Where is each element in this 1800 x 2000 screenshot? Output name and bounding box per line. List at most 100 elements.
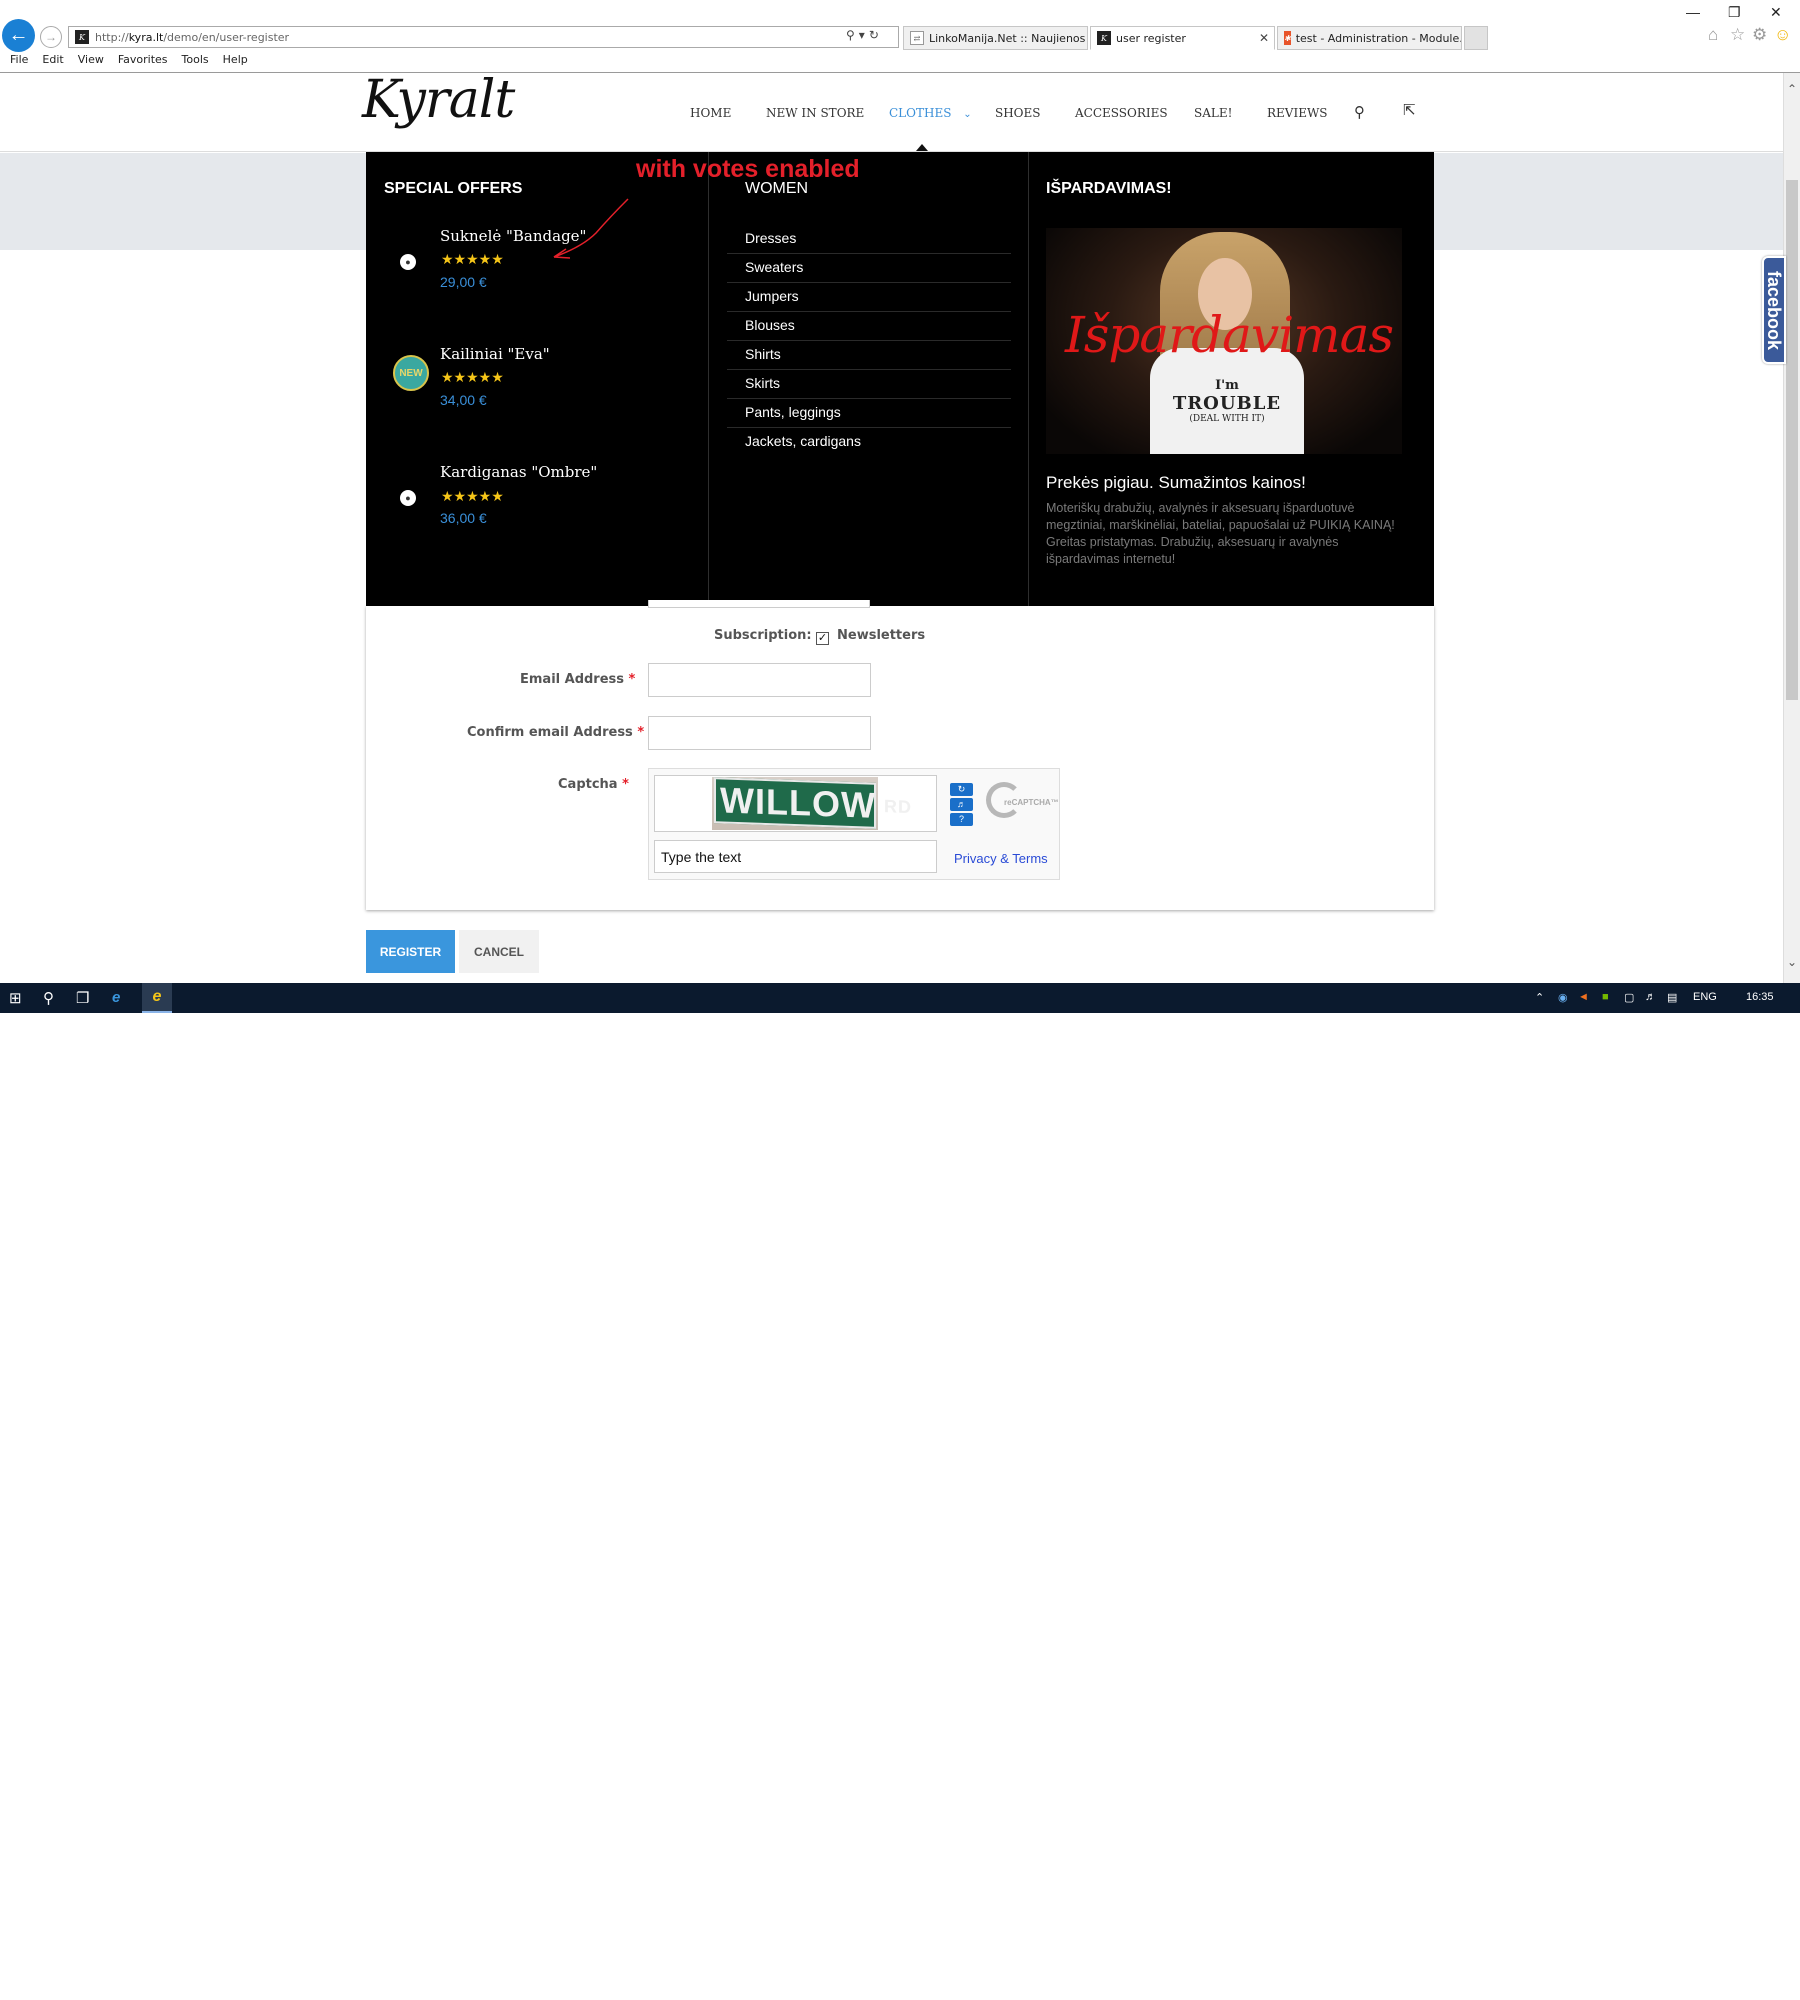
category-blouses[interactable]: Blouses xyxy=(727,312,1011,341)
register-button[interactable]: REGISTER xyxy=(366,930,455,973)
offer-rating-stars: ★★★★★ xyxy=(441,251,504,267)
tray-volume-icon[interactable]: ♬ xyxy=(1645,991,1656,1003)
tray-nvidia-icon[interactable]: ■ xyxy=(1602,991,1609,1003)
site-logo[interactable]: Kyralt xyxy=(362,70,515,130)
captcha-help-icon[interactable]: ? xyxy=(950,813,973,826)
offer-name[interactable]: Kardiganas "Ombre" xyxy=(440,463,597,481)
close-window-icon[interactable]: ✕ xyxy=(1770,4,1782,21)
offer-price: 36,00 € xyxy=(440,510,487,526)
chevron-down-icon: ⌄ xyxy=(963,109,972,120)
refresh-icon[interactable]: ↻ xyxy=(869,28,883,42)
tab-favicon-icon: K xyxy=(1097,31,1111,45)
offer-thumbnail-new-badge[interactable]: NEW xyxy=(393,355,429,391)
menu-edit[interactable]: Edit xyxy=(42,53,63,69)
mega-menu-divider xyxy=(708,152,709,606)
favorites-star-icon[interactable]: ☆ xyxy=(1730,25,1745,45)
task-view-icon[interactable]: ❐ xyxy=(76,989,89,1007)
nav-accessories[interactable]: ACCESSORIES xyxy=(1075,106,1168,120)
address-bar-actions[interactable]: ⚲▾↻ xyxy=(846,28,896,46)
tab-favicon-icon: ✱ xyxy=(1284,31,1291,45)
dropdown-icon[interactable]: ▾ xyxy=(859,28,869,42)
category-sweaters[interactable]: Sweaters xyxy=(727,254,1011,283)
menu-tools[interactable]: Tools xyxy=(182,53,209,69)
promo-description: Moteriškų drabužių, avalynės ir aksesuar… xyxy=(1046,501,1395,566)
captcha-word: WILLOW xyxy=(720,779,876,826)
search-icon[interactable]: ⚲ xyxy=(1354,103,1365,121)
windows-start-icon[interactable]: ⊞ xyxy=(9,989,22,1007)
scrollbar-thumb[interactable] xyxy=(1786,180,1798,700)
newsletter-label[interactable]: Newsletters xyxy=(837,628,925,643)
edge-browser-icon[interactable]: e xyxy=(112,989,120,1006)
nav-new-in-store[interactable]: NEW IN STORE xyxy=(766,106,864,120)
nav-dropdown-caret xyxy=(916,144,928,151)
offer-rating-stars: ★★★★★ xyxy=(441,369,504,385)
login-icon[interactable]: ⇱ xyxy=(1403,101,1416,119)
category-skirts[interactable]: Skirts xyxy=(727,370,1011,399)
internet-explorer-task-icon[interactable]: e xyxy=(142,983,172,1013)
shirt-text-line3: (DEAL WITH IT) xyxy=(1189,414,1265,424)
scroll-up-icon[interactable]: ⌃ xyxy=(1784,82,1800,96)
search-icon[interactable]: ⚲ xyxy=(846,28,859,42)
facebook-tab[interactable]: facebook xyxy=(1762,256,1786,364)
category-dresses[interactable]: Dresses xyxy=(727,225,1011,254)
menu-favorites[interactable]: Favorites xyxy=(118,53,168,69)
tab-user-register[interactable]: K user register ✕ xyxy=(1090,26,1275,50)
privacy-terms-link[interactable]: Privacy & Terms xyxy=(954,851,1048,866)
special-offers-heading: SPECIAL OFFERS xyxy=(384,180,523,197)
tab-title: user register xyxy=(1116,31,1186,45)
menu-view[interactable]: View xyxy=(78,53,104,69)
address-bar[interactable]: K http://kyra.lt/demo/en/user-register xyxy=(68,26,899,48)
nav-sale[interactable]: SALE! xyxy=(1194,106,1232,120)
email-field[interactable] xyxy=(648,663,871,697)
scroll-down-icon[interactable]: ⌄ xyxy=(1784,955,1800,969)
confirm-email-field[interactable] xyxy=(648,716,871,750)
category-shirts[interactable]: Shirts xyxy=(727,341,1011,370)
nav-home[interactable]: HOME xyxy=(690,106,731,120)
browser-menu-bar: File Edit View Favorites Tools Help xyxy=(10,53,248,69)
taskbar-search-icon[interactable]: ⚲ xyxy=(43,989,54,1007)
nav-clothes[interactable]: CLOTHES ⌄ xyxy=(889,106,972,120)
forward-button[interactable]: → xyxy=(40,26,62,48)
offer-name[interactable]: Kailiniai "Eva" xyxy=(440,345,550,363)
tab-linkomanija[interactable]: ⇄ LinkoManija.Net :: Naujienos xyxy=(903,26,1088,50)
back-button[interactable]: ← xyxy=(2,19,35,52)
tray-language[interactable]: ENG xyxy=(1693,991,1717,1003)
newsletter-checkbox[interactable]: ✓ xyxy=(816,632,829,645)
tab-favicon-icon: ⇄ xyxy=(910,31,924,45)
annotation-note: with votes enabled xyxy=(636,155,860,183)
captcha-refresh-icon[interactable]: ↻ xyxy=(950,783,973,796)
menu-file[interactable]: File xyxy=(10,53,28,69)
captcha-response-input[interactable]: Type the text xyxy=(654,840,937,873)
category-jumpers[interactable]: Jumpers xyxy=(727,283,1011,312)
tray-action-center-icon[interactable]: ▤ xyxy=(1667,991,1677,1004)
captcha-audio-icon[interactable]: ♬ xyxy=(950,798,973,811)
email-label: Email Address * xyxy=(520,672,635,687)
tray-network-icon[interactable]: ◉ xyxy=(1558,991,1568,1004)
shirt-text-line1: I'm xyxy=(1215,378,1239,393)
offer-price: 29,00 € xyxy=(440,274,487,290)
home-icon[interactable]: ⌂ xyxy=(1708,25,1718,45)
feedback-smiley-icon[interactable]: ☺ xyxy=(1774,25,1791,45)
annotation-arrow-icon xyxy=(553,198,629,259)
tab-title: LinkoManija.Net :: Naujienos xyxy=(929,31,1086,45)
offer-price: 34,00 € xyxy=(440,392,487,408)
nav-reviews[interactable]: REVIEWS xyxy=(1267,106,1328,120)
menu-help[interactable]: Help xyxy=(223,53,248,69)
tab-administration[interactable]: ✱ test - Administration - Module... xyxy=(1277,26,1462,50)
new-tab-button[interactable] xyxy=(1464,26,1488,50)
offer-thumbnail[interactable]: ● xyxy=(390,244,426,280)
tray-display-icon[interactable]: ▢ xyxy=(1624,991,1634,1004)
nav-shoes[interactable]: SHOES xyxy=(995,106,1041,120)
tray-chevron-icon[interactable]: ⌃ xyxy=(1535,991,1544,1004)
category-pants-leggings[interactable]: Pants, leggings xyxy=(727,399,1011,428)
settings-gear-icon[interactable]: ⚙ xyxy=(1752,25,1767,45)
offer-thumbnail[interactable]: ● xyxy=(390,480,426,516)
confirm-email-label: Confirm email Address * xyxy=(467,725,644,740)
category-jackets-cardigans[interactable]: Jackets, cardigans xyxy=(727,428,1011,457)
minimize-icon[interactable]: — xyxy=(1686,4,1700,20)
restore-icon[interactable]: ❐ xyxy=(1728,4,1741,21)
tray-clock[interactable]: 16:35 xyxy=(1746,991,1774,1003)
cancel-button[interactable]: CANCEL xyxy=(459,930,539,973)
close-tab-icon[interactable]: ✕ xyxy=(1259,31,1269,45)
tray-app-icon[interactable]: ◄ xyxy=(1578,991,1589,1003)
